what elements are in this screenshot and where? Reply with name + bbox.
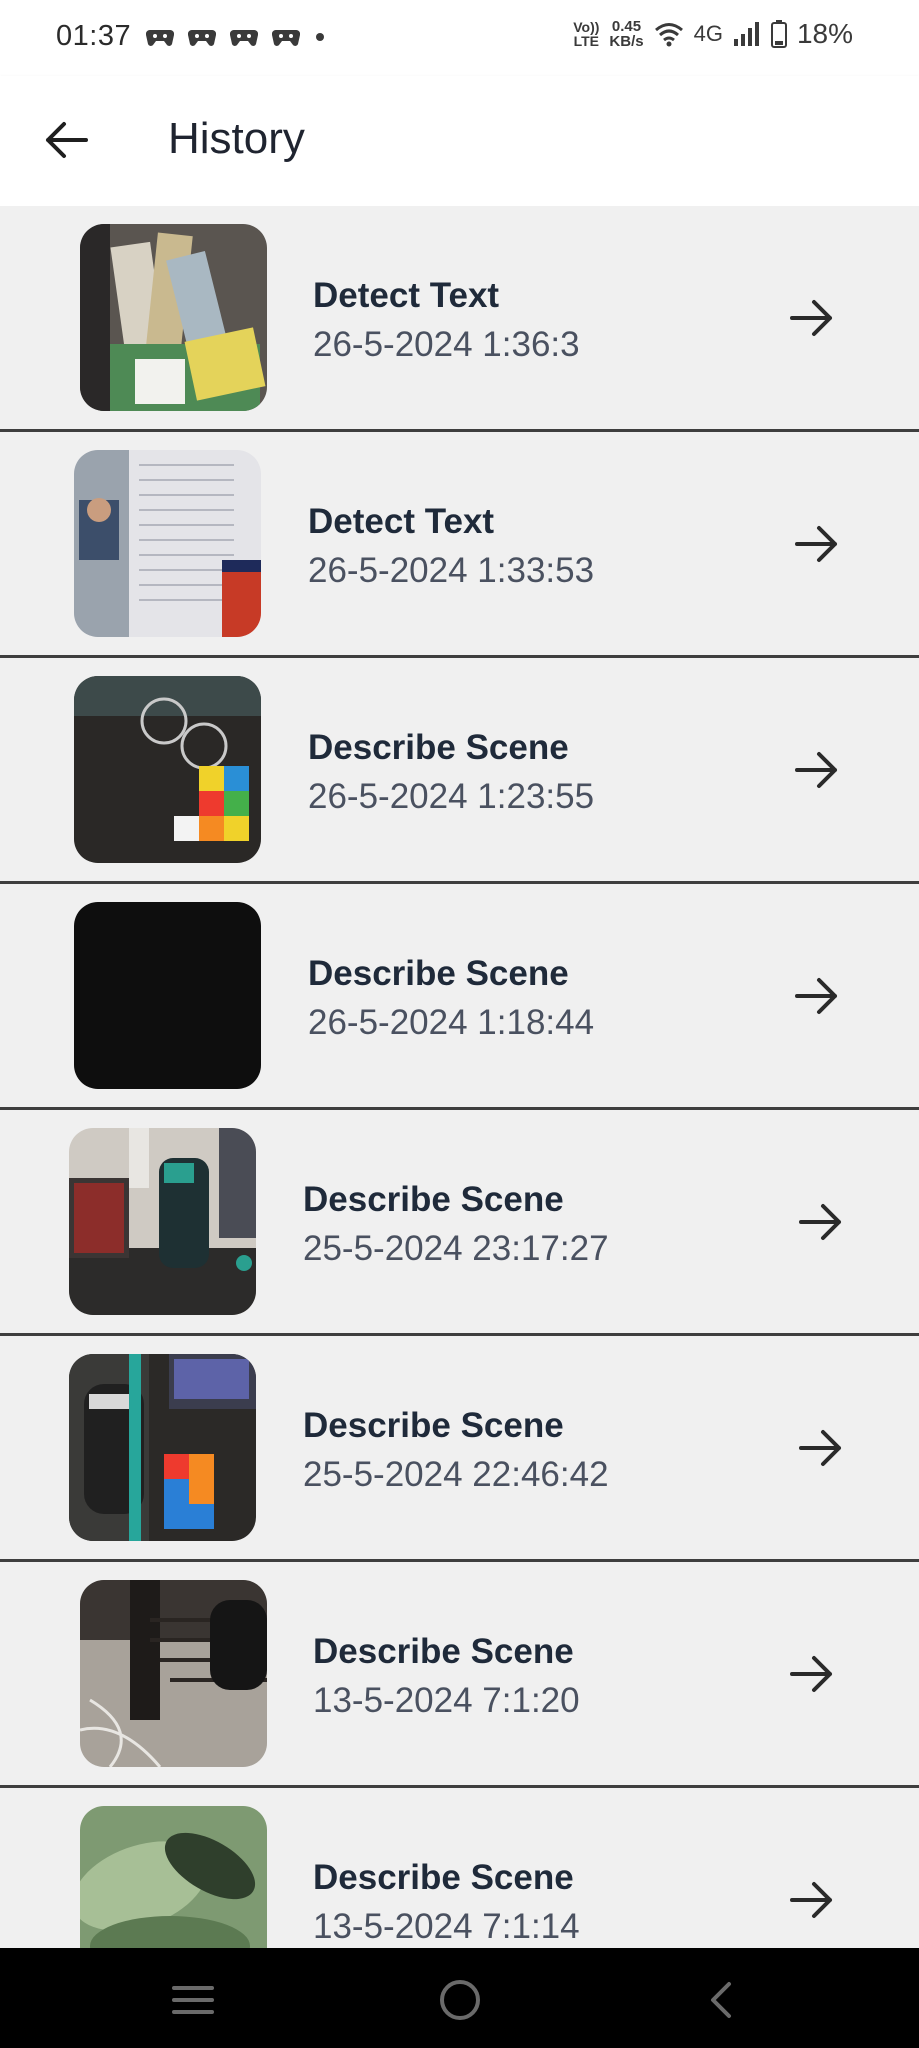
app-bar: History [0, 76, 919, 207]
item-date: 25-5-2024 22:46:42 [303, 1455, 609, 1494]
item-title: Describe Scene [308, 954, 569, 993]
chevron-left-icon[interactable] [697, 1976, 747, 2024]
item-date: 13-5-2024 7:1:14 [313, 1907, 580, 1946]
speed-unit: KB/s [609, 33, 644, 50]
history-item[interactable]: Describe Scene 13-5-2024 7:1:20 [0, 1562, 919, 1788]
thumbnail-image [80, 1580, 267, 1767]
arrow-right-icon[interactable] [793, 746, 841, 794]
thumbnail-image [80, 224, 267, 411]
arrow-left-icon [46, 122, 88, 158]
history-item[interactable]: Detect Text 26-5-2024 1:33:53 [0, 432, 919, 658]
game-controller-icon [188, 29, 216, 46]
item-title: Detect Text [308, 502, 495, 541]
arrow-right-icon[interactable] [788, 1650, 836, 1698]
item-text: Describe Scene 26-5-2024 1:23:55 [308, 724, 594, 822]
history-item[interactable]: Describe Scene 13-5-2024 7:1:14 [0, 1788, 919, 1948]
arrow-right-icon[interactable] [788, 1876, 836, 1924]
thumbnail-image [80, 1806, 267, 1948]
speed-value: 0.45 [611, 18, 642, 35]
thumbnail-image [74, 676, 261, 863]
notification-icons [146, 24, 324, 50]
arrow-right-icon[interactable] [797, 1424, 845, 1472]
history-item[interactable]: Detect Text 26-5-2024 1:36:3 [0, 206, 919, 432]
thumbnail-image [74, 450, 261, 637]
history-item[interactable]: Describe Scene 26-5-2024 1:18:44 [0, 884, 919, 1110]
item-text: Describe Scene 25-5-2024 23:17:27 [303, 1176, 609, 1274]
history-item[interactable]: Describe Scene 26-5-2024 1:23:55 [0, 658, 919, 884]
arrow-right-icon[interactable] [797, 1198, 845, 1246]
status-time: 01:37 [56, 20, 132, 52]
arrow-right-icon[interactable] [793, 520, 841, 568]
network-speed: 0.45 KB/s [609, 19, 643, 49]
page-title: History [168, 114, 305, 163]
history-item[interactable]: Describe Scene 25-5-2024 22:46:42 [0, 1336, 919, 1562]
item-title: Detect Text [313, 276, 500, 315]
item-title: Describe Scene [313, 1632, 574, 1671]
thumbnail-image [69, 1354, 256, 1541]
volte-indicator: Vo)) LTE [573, 20, 599, 48]
arrow-right-icon[interactable] [793, 972, 841, 1020]
thumbnail-image [69, 1128, 256, 1315]
item-date: 25-5-2024 23:17:27 [303, 1229, 609, 1268]
battery-icon [770, 20, 787, 48]
game-controller-icon [230, 29, 258, 46]
battery-percent: 18% [796, 18, 853, 49]
volte-label: Vo)) [573, 19, 600, 35]
item-date: 26-5-2024 1:36:3 [313, 325, 580, 364]
item-date: 13-5-2024 7:1:20 [313, 1681, 580, 1720]
more-notifications-dot [316, 33, 324, 41]
item-text: Describe Scene 13-5-2024 7:1:20 [313, 1628, 580, 1726]
item-title: Describe Scene [303, 1180, 564, 1219]
back-button[interactable] [38, 112, 94, 168]
item-text: Describe Scene 25-5-2024 22:46:42 [303, 1402, 609, 1500]
network-type: 4G [693, 21, 723, 46]
history-list[interactable]: Detect Text 26-5-2024 1:36:3 Detect Text… [0, 206, 919, 1948]
thumbnail-image [74, 902, 261, 1089]
game-controller-icon [146, 29, 174, 46]
item-text: Detect Text 26-5-2024 1:36:3 [313, 272, 580, 370]
status-bar: 01:37 Vo)) LTE 0.45 KB/s 4G 18% [0, 0, 919, 76]
item-text: Describe Scene 13-5-2024 7:1:14 [313, 1854, 580, 1948]
signal-icon [733, 22, 759, 46]
item-title: Describe Scene [308, 728, 569, 767]
item-date: 26-5-2024 1:23:55 [308, 777, 595, 816]
lte-label: LTE [573, 33, 600, 49]
history-item[interactable]: Describe Scene 25-5-2024 23:17:27 [0, 1110, 919, 1336]
item-date: 26-5-2024 1:33:53 [308, 551, 595, 590]
system-nav-bar [0, 1948, 919, 2048]
game-controller-icon [272, 29, 300, 46]
item-date: 26-5-2024 1:18:44 [308, 1003, 595, 1042]
system-indicators: Vo)) LTE 0.45 KB/s 4G 18% [573, 18, 853, 50]
item-title: Describe Scene [313, 1858, 574, 1897]
arrow-right-icon[interactable] [788, 294, 836, 342]
item-title: Describe Scene [303, 1406, 564, 1445]
item-text: Detect Text 26-5-2024 1:33:53 [308, 498, 594, 596]
wifi-icon [654, 23, 683, 47]
home-icon[interactable] [435, 1976, 485, 2024]
menu-icon[interactable] [168, 1976, 218, 2024]
item-text: Describe Scene 26-5-2024 1:18:44 [308, 950, 594, 1048]
